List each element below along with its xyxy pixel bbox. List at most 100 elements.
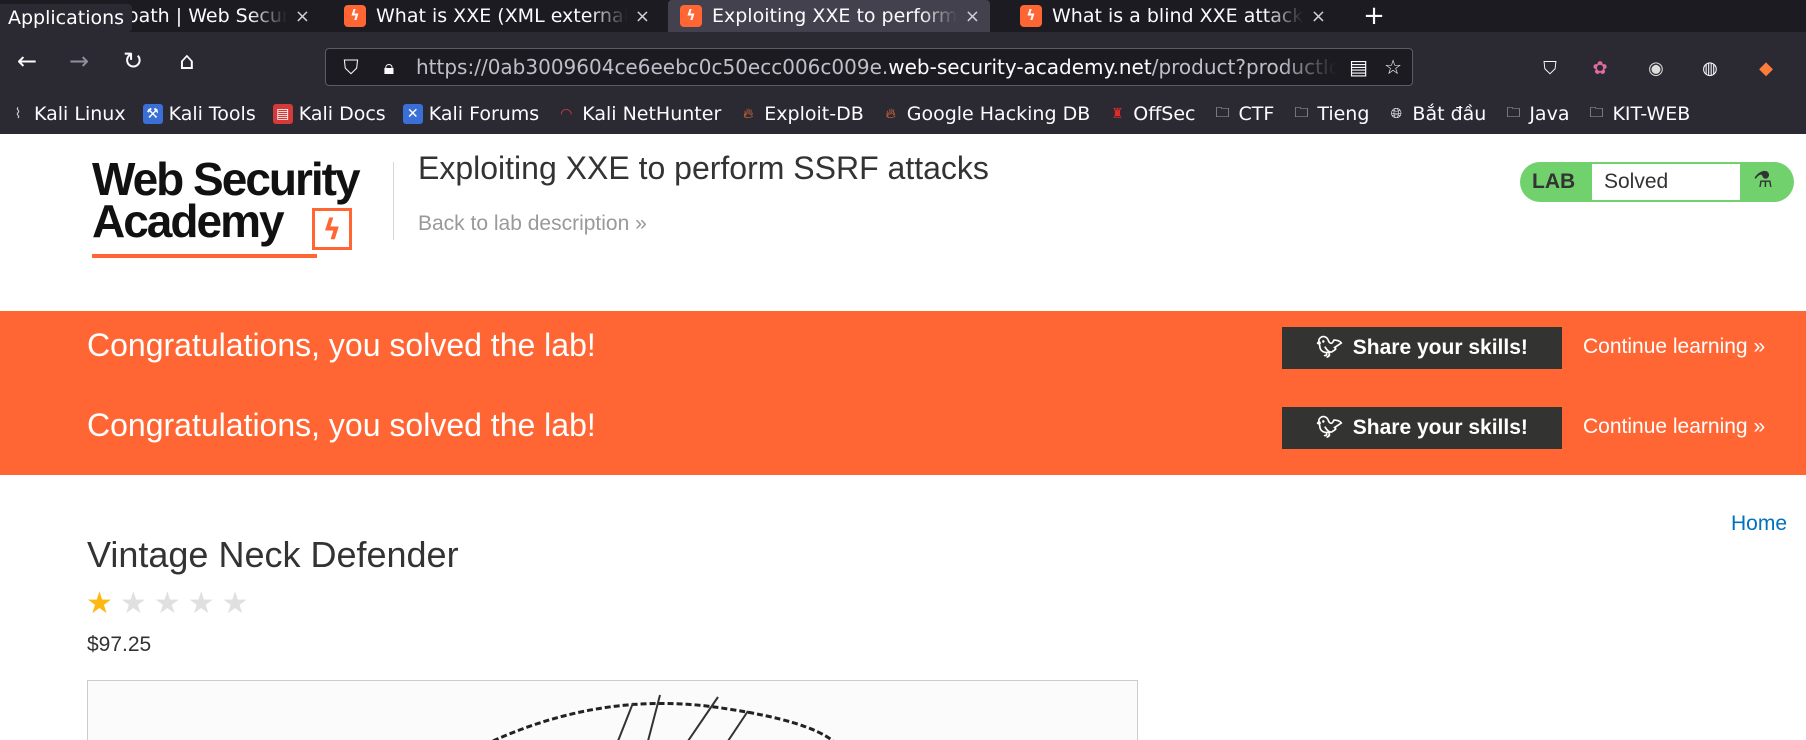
exploitdb-icon: 🔥︎ <box>743 106 754 122</box>
bookmark-label: KIT-WEB <box>1612 103 1691 125</box>
share-label: Share your skills! <box>1352 416 1528 439</box>
ghdb-icon: 🔥︎ <box>885 106 896 122</box>
star-icon: ★ <box>187 586 215 621</box>
bookmark-offsec[interactable]: ♜ OffSec <box>1107 103 1196 125</box>
bookmark-exploit-db[interactable]: 🔥︎ Exploit-DB <box>738 103 864 125</box>
tab-close-icon[interactable]: × <box>295 6 310 27</box>
twitter-icon: 🐦︎ <box>1316 416 1343 439</box>
share-label: Share your skills! <box>1352 336 1528 359</box>
bookmark-folder-tieng[interactable]: 🗀 Tieng <box>1291 103 1369 125</box>
home-icon[interactable]: ⌂ <box>170 44 204 78</box>
pocket-icon[interactable]: ⛉ <box>1536 54 1564 82</box>
tab-exploiting-xxe-ssrf[interactable]: ϟ Exploiting XXE to perform SSRF attacks… <box>668 0 990 32</box>
bookmark-kali-docs[interactable]: ▤ Kali Docs <box>272 103 386 125</box>
applications-menu[interactable]: Applications <box>0 4 133 32</box>
bookmark-folder-kit-web[interactable]: 🗀 KIT-WEB <box>1586 103 1690 125</box>
share-skills-button[interactable]: 🐦︎ Share your skills! <box>1282 327 1562 369</box>
lab-status: Solved <box>1592 164 1740 200</box>
star-icon: ★ <box>119 586 147 621</box>
url-text[interactable]: https://0ab3009604ce6eebc0c50ecc006c009e… <box>416 55 1336 79</box>
banner-row: Congratulations, you solved the lab! 🐦︎ S… <box>0 311 1806 391</box>
star-icon: ★ <box>153 586 181 621</box>
product-image-sketch <box>492 694 834 740</box>
lab-badge: LAB <box>1532 170 1576 193</box>
bookmark-folder-java[interactable]: 🗀 Java <box>1503 103 1569 125</box>
solved-banner: Congratulations, you solved the lab! 🐦︎ S… <box>0 311 1806 475</box>
logo-line-1: Web Security <box>92 153 361 205</box>
bookmark-kali-forums[interactable]: ✕ Kali Forums <box>402 103 540 125</box>
product-image <box>87 680 1138 740</box>
bookmark-label: Kali Tools <box>168 103 256 125</box>
banner-row: Congratulations, you solved the lab! 🐦︎ S… <box>0 391 1806 471</box>
kali-docs-icon: ▤ <box>272 104 293 124</box>
product-price: $97.25 <box>87 633 152 656</box>
product-rating: ★ ★ ★ ★ ★ <box>86 589 249 619</box>
bookmark-label: OffSec <box>1133 103 1196 125</box>
offsec-icon: ♜ <box>1110 106 1124 122</box>
bookmark-label: Java <box>1529 103 1570 125</box>
bookmark-label: Kali NetHunter <box>582 103 722 125</box>
url-path: /product?productId=1 <box>1151 55 1336 79</box>
folder-icon: 🗀 <box>1215 105 1230 121</box>
bookmark-kali-nethunter[interactable]: ◠ Kali NetHunter <box>556 103 721 125</box>
bookmark-label: Bắt đầu <box>1412 103 1487 125</box>
back-to-lab-description-link[interactable]: Back to lab description » <box>418 212 647 236</box>
lock-icon[interactable]: 🔒︎ <box>376 55 402 79</box>
star-icon: ★ <box>86 586 113 621</box>
bookmark-label: Exploit-DB <box>764 103 864 125</box>
reload-icon[interactable]: ↻ <box>116 44 150 78</box>
bookmark-kali-tools[interactable]: ⚒ Kali Tools <box>142 103 256 125</box>
folder-icon: 🗀 <box>1506 105 1521 121</box>
tab-title: Exploiting XXE to perform SSRF attacks <box>712 5 957 27</box>
lab-title: Exploiting XXE to perform SSRF attacks <box>418 150 989 186</box>
shield-icon[interactable]: ⛉ <box>338 55 364 79</box>
tab-close-icon[interactable]: × <box>1311 6 1326 27</box>
continue-learning-link[interactable]: Continue learning » <box>1583 335 1765 359</box>
bookmark-label: CTF <box>1238 103 1275 125</box>
kali-icon: ⌇ <box>14 106 22 122</box>
bookmark-folder-ctf[interactable]: 🗀 CTF <box>1213 103 1275 125</box>
folder-icon: 🗀 <box>1294 105 1309 121</box>
product-name: Vintage Neck Defender <box>87 534 459 575</box>
url-prefix: https://0ab3009604ce6eebc0c50ecc006c009e… <box>416 55 889 79</box>
tab-blind-xxe[interactable]: ϟ What is a blind XXE attack? × <box>1016 0 1326 32</box>
bookmark-google-hacking-db[interactable]: 🔥︎ Google Hacking DB <box>881 103 1091 125</box>
congratulations-message: Congratulations, you solved the lab! <box>87 327 596 363</box>
tab-close-icon[interactable]: × <box>635 6 650 27</box>
burp-favicon-icon: ϟ <box>344 5 366 27</box>
new-tab-button[interactable]: + <box>1358 0 1390 32</box>
bookmark-kali-linux[interactable]: ⌇ Kali Linux <box>8 103 126 125</box>
star-icon: ★ <box>221 586 249 621</box>
share-skills-button[interactable]: 🐦︎ Share your skills! <box>1282 407 1562 449</box>
extension-icon[interactable]: ◉ <box>1642 54 1670 82</box>
tab-title: What is XXE (XML external entity) inject… <box>376 5 627 27</box>
web-page: Web Security Academy ϟ Exploiting XXE to… <box>0 134 1806 740</box>
kali-forums-icon: ✕ <box>402 104 423 124</box>
tab-close-icon[interactable]: × <box>965 6 980 27</box>
web-security-academy-logo[interactable]: Web Security Academy ϟ <box>92 153 392 258</box>
continue-learning-link[interactable]: Continue learning » <box>1583 415 1765 439</box>
url-bar[interactable]: ⛉ 🔒︎ https://0ab3009604ce6eebc0c50ecc006… <box>325 48 1413 86</box>
tab-what-is-xxe[interactable]: ϟ What is XXE (XML external entity) inje… <box>340 0 650 32</box>
folder-icon: 🗀 <box>1589 105 1604 121</box>
back-arrow-icon[interactable]: ← <box>10 44 44 78</box>
bookmarks-toolbar: ⌇ Kali Linux ⚒ Kali Tools ▤ Kali Docs ✕ Kali… <box>0 94 1806 134</box>
extension-icon[interactable]: ✿ <box>1586 54 1614 82</box>
url-host: web-security-academy.net <box>888 55 1152 79</box>
bookmark-label: Kali Forums <box>428 103 540 125</box>
globe-icon: 🌐︎ <box>1390 106 1402 122</box>
reader-view-icon[interactable]: ▤ <box>1349 55 1368 79</box>
lightning-bolt-icon: ϟ <box>312 208 352 250</box>
bookmark-star-icon[interactable]: ☆ <box>1384 55 1402 79</box>
burp-favicon-icon: ϟ <box>680 5 702 27</box>
header-divider <box>393 162 394 240</box>
flask-icon: ⚗ <box>1753 168 1773 193</box>
forward-arrow-icon[interactable]: → <box>62 44 96 78</box>
logo-underline <box>92 254 317 258</box>
bookmark-label: Kali Docs <box>298 103 386 125</box>
cookie-icon[interactable]: ◍ <box>1696 54 1724 82</box>
twitter-icon: 🐦︎ <box>1316 336 1343 359</box>
extension-icon[interactable]: ◆ <box>1752 54 1780 82</box>
home-link[interactable]: Home <box>1731 512 1787 536</box>
bookmark-bat-dau[interactable]: 🌐︎ Bắt đầu <box>1386 103 1487 125</box>
